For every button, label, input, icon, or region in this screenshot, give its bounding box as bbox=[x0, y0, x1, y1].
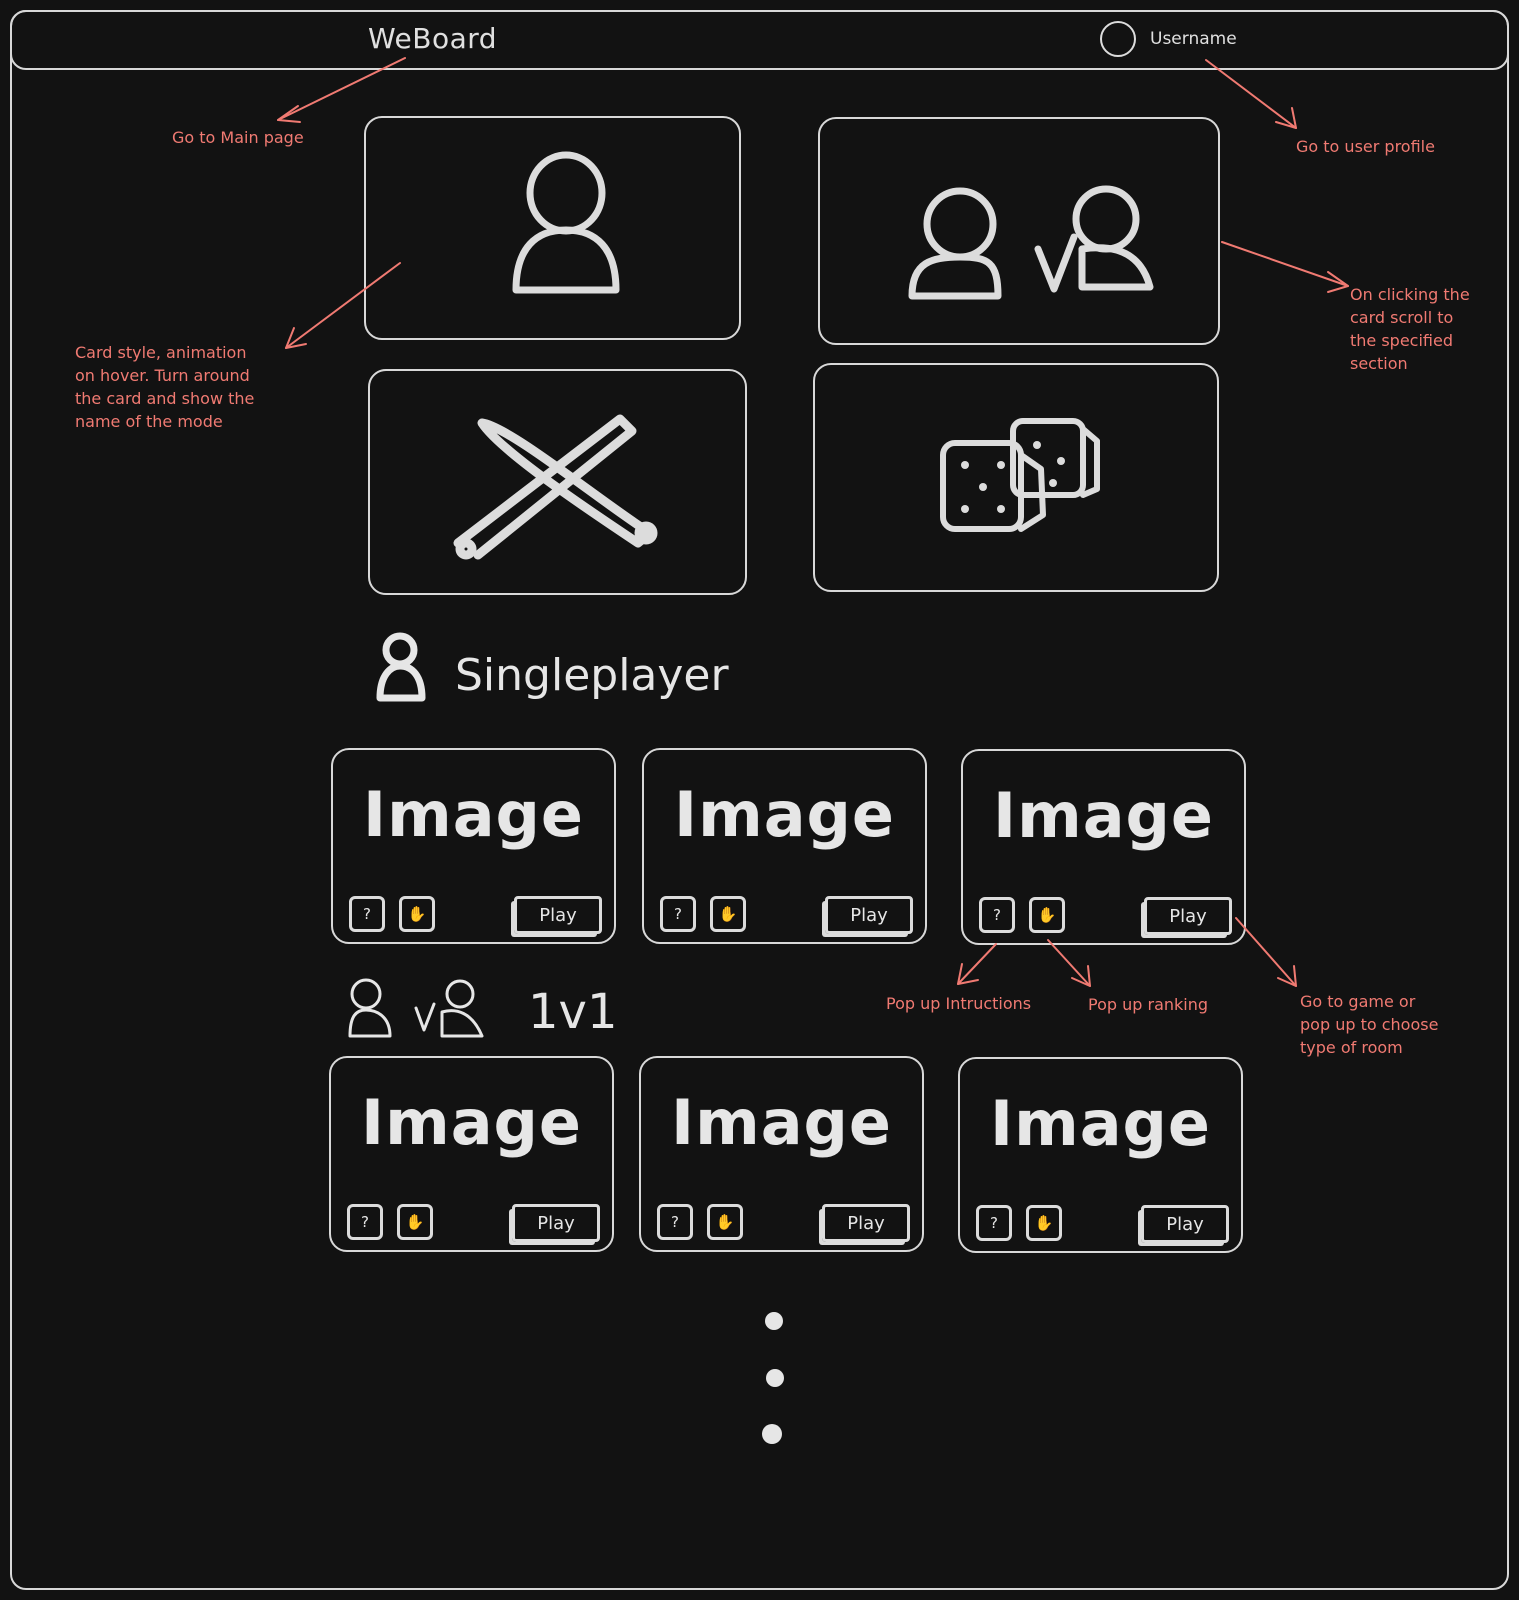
annotation-card-scroll-line: On clicking the bbox=[1350, 285, 1470, 304]
annotation-play-action: Go to game or pop up to choose type of r… bbox=[1300, 990, 1438, 1059]
game-image-placeholder: Image bbox=[363, 778, 584, 851]
annotation-card-scroll-line: the specified bbox=[1350, 331, 1453, 350]
ranking-icon: ✋ bbox=[1034, 1214, 1054, 1232]
mode-card-luck-games[interactable] bbox=[813, 363, 1219, 592]
ranking-icon: ✋ bbox=[1037, 906, 1057, 924]
game-card[interactable]: Image ? ✋ Play bbox=[958, 1057, 1243, 1253]
game-card[interactable]: Image ? ✋ Play bbox=[329, 1056, 614, 1252]
dice-icon bbox=[940, 418, 1100, 532]
help-button[interactable]: ? bbox=[660, 896, 696, 932]
annotation-play-action-line: type of room bbox=[1300, 1038, 1403, 1057]
mode-card-versus-battle[interactable] bbox=[368, 369, 747, 595]
game-card[interactable]: Image ? ✋ Play bbox=[642, 748, 927, 944]
section-title-singleplayer: Singleplayer bbox=[455, 650, 729, 701]
mode-card-singleplayer[interactable] bbox=[364, 116, 741, 340]
play-button[interactable]: Play bbox=[512, 1204, 600, 1242]
play-button[interactable]: Play bbox=[825, 896, 913, 934]
top-navbar bbox=[10, 10, 1509, 70]
help-button[interactable]: ? bbox=[657, 1204, 693, 1240]
annotation-card-style-line: name of the mode bbox=[75, 412, 223, 431]
versus-icon bbox=[348, 978, 484, 1038]
ranking-button[interactable]: ✋ bbox=[1029, 897, 1065, 933]
annotation-card-scroll: On clicking the card scroll to the speci… bbox=[1350, 283, 1470, 375]
play-button[interactable]: Play bbox=[822, 1204, 910, 1242]
section-title-1v1: 1v1 bbox=[528, 984, 618, 1040]
crossed-swords-icon bbox=[453, 414, 658, 560]
ranking-button[interactable]: ✋ bbox=[399, 896, 435, 932]
mode-card-1v1[interactable] bbox=[818, 117, 1220, 345]
single-player-icon bbox=[512, 151, 620, 294]
game-image-placeholder: Image bbox=[990, 1087, 1211, 1160]
ranking-icon: ✋ bbox=[407, 905, 427, 923]
game-image-placeholder: Image bbox=[993, 779, 1214, 852]
ranking-icon: ✋ bbox=[715, 1213, 735, 1231]
play-button[interactable]: Play bbox=[1144, 897, 1232, 935]
help-button[interactable]: ? bbox=[979, 897, 1015, 933]
play-button[interactable]: Play bbox=[514, 896, 602, 934]
help-button[interactable]: ? bbox=[347, 1204, 383, 1240]
more-content-dot bbox=[766, 1369, 784, 1387]
game-image-placeholder: Image bbox=[674, 778, 895, 851]
ranking-button[interactable]: ✋ bbox=[707, 1204, 743, 1240]
game-card[interactable]: Image ? ✋ Play bbox=[639, 1056, 924, 1252]
game-card[interactable]: Image ? ✋ Play bbox=[961, 749, 1246, 945]
annotation-card-style-line: the card and show the bbox=[75, 389, 255, 408]
annotation-user-profile: Go to user profile bbox=[1296, 137, 1435, 156]
annotation-instructions: Pop up Intructions bbox=[886, 994, 1032, 1013]
user-avatar-icon[interactable] bbox=[1100, 21, 1136, 57]
more-content-dot bbox=[762, 1424, 782, 1444]
annotation-play-action-line: pop up to choose bbox=[1300, 1015, 1439, 1034]
annotation-play-action-line: Go to game or bbox=[1300, 992, 1416, 1011]
annotation-card-style-line: on hover. Turn around bbox=[75, 366, 250, 385]
help-button[interactable]: ? bbox=[349, 896, 385, 932]
game-image-placeholder: Image bbox=[671, 1086, 892, 1159]
annotation-ranking: Pop up ranking bbox=[1088, 995, 1209, 1014]
brand-logo-link[interactable]: WeBoard bbox=[368, 22, 497, 55]
ranking-icon: ✋ bbox=[405, 1213, 425, 1231]
ranking-button[interactable]: ✋ bbox=[397, 1204, 433, 1240]
annotation-card-scroll-line: card scroll to bbox=[1350, 308, 1454, 327]
ranking-icon: ✋ bbox=[718, 905, 738, 923]
help-button[interactable]: ? bbox=[976, 1205, 1012, 1241]
versus-icon bbox=[908, 185, 1154, 300]
play-button[interactable]: Play bbox=[1141, 1205, 1229, 1243]
annotation-main-page: Go to Main page bbox=[172, 128, 304, 147]
username-link[interactable]: Username bbox=[1150, 29, 1237, 49]
annotation-card-scroll-line: section bbox=[1350, 354, 1408, 373]
game-card[interactable]: Image ? ✋ Play bbox=[331, 748, 616, 944]
annotation-card-style: Card style, animation on hover. Turn aro… bbox=[75, 341, 254, 433]
more-content-dot bbox=[765, 1312, 783, 1330]
single-player-icon bbox=[376, 632, 426, 702]
ranking-button[interactable]: ✋ bbox=[710, 896, 746, 932]
game-image-placeholder: Image bbox=[361, 1086, 582, 1159]
annotation-card-style-line: Card style, animation bbox=[75, 343, 247, 362]
ranking-button[interactable]: ✋ bbox=[1026, 1205, 1062, 1241]
